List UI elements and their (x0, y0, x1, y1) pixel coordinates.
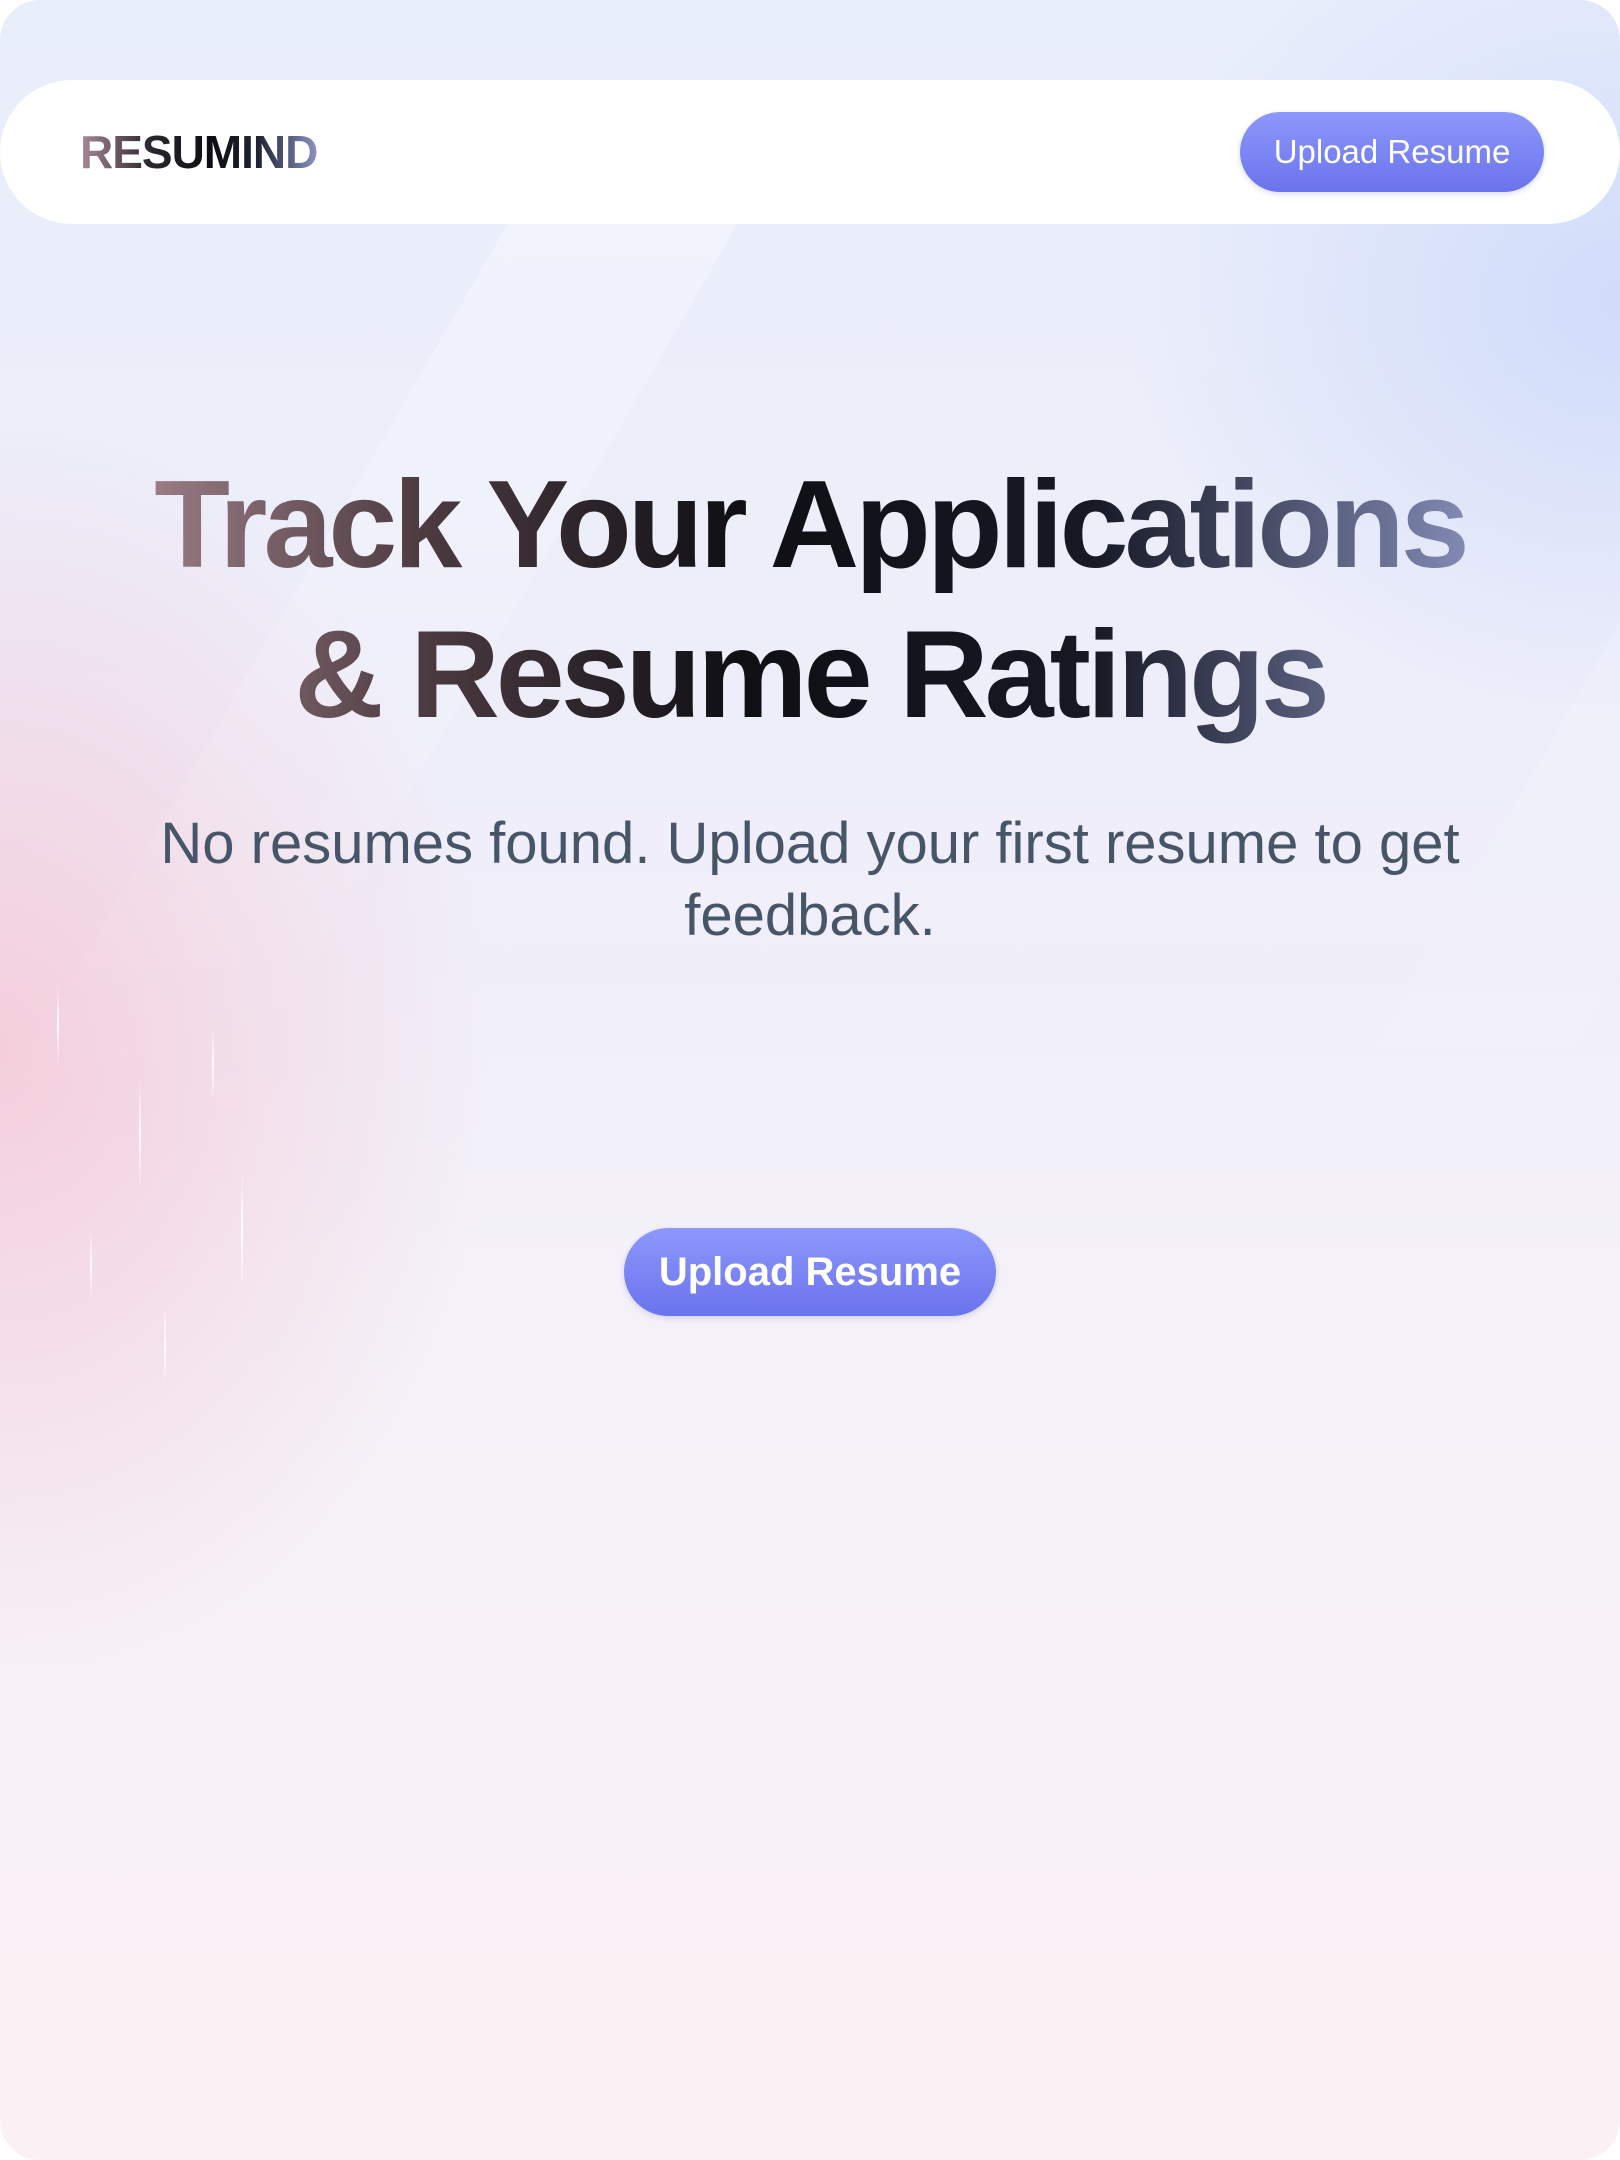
page-title: Track Your Applications & Resume Ratings (110, 450, 1510, 750)
light-streak (57, 985, 59, 1065)
top-navbar: RESUMIND Upload Resume (0, 80, 1620, 224)
brand-logo[interactable]: RESUMIND (80, 125, 318, 179)
light-streak (164, 1305, 166, 1385)
nav-upload-resume-button[interactable]: Upload Resume (1240, 112, 1544, 192)
light-streak (139, 1080, 141, 1190)
upload-resume-button[interactable]: Upload Resume (624, 1228, 996, 1316)
empty-state-message: No resumes found. Upload your first resu… (160, 811, 1460, 948)
light-streak (212, 1030, 214, 1100)
empty-state-actions: Upload Resume (0, 1228, 1620, 1316)
hero-section: Track Your Applications & Resume Ratings… (0, 450, 1620, 952)
page-root: RESUMIND Upload Resume Track Your Applic… (0, 0, 1620, 2160)
